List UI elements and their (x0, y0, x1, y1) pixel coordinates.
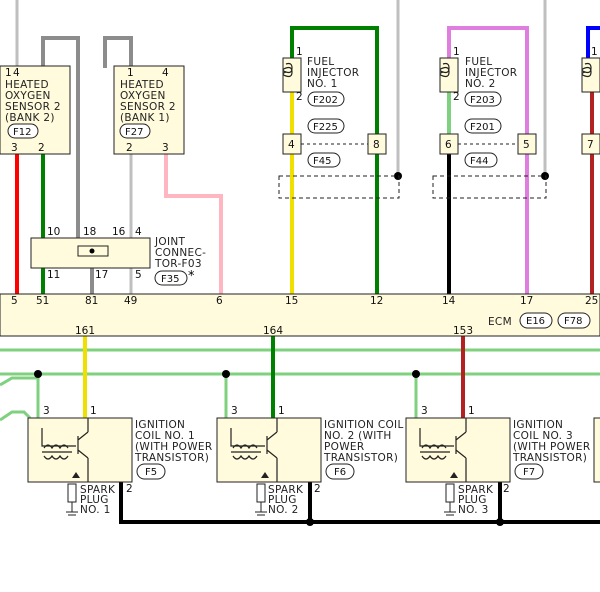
connector-code: F45 (313, 156, 331, 167)
coil-body (27, 417, 133, 483)
wire-lgreen-curve-b (0, 410, 32, 422)
ecm-pin: 25 (585, 295, 598, 307)
connector-code: F225 (313, 122, 338, 133)
wiring-diagram: 1 4 HEATED OXYGEN SENSOR 2 (BANK 2) F12 … (0, 0, 600, 526)
pin-label: 5 (523, 139, 530, 151)
pin-label: 3 (421, 405, 428, 417)
shield-box-1 (278, 175, 400, 199)
pin-label: 7 (587, 139, 594, 151)
coil-body (216, 417, 322, 483)
pin-label: 1 (127, 67, 134, 79)
ecm-pin: 81 (85, 295, 98, 307)
pin-label: 8 (373, 139, 380, 151)
ecm-pin: 14 (442, 295, 456, 307)
pin-label: 2 (38, 142, 45, 154)
pin-label: 17 (95, 269, 108, 281)
pin-label: 3 (11, 142, 18, 154)
pin-label: 2 (126, 483, 133, 495)
pin-label: 18 (83, 226, 96, 238)
ecm-pin: 51 (36, 295, 49, 307)
pin-label: 4 (162, 67, 169, 79)
ecm-pin: 153 (453, 325, 473, 337)
pin-label: 2 (296, 91, 303, 103)
splice-dot (306, 518, 314, 526)
pin-label: 1 (453, 46, 460, 58)
connector-code: F5 (145, 467, 157, 478)
pin-label: 2 (453, 91, 460, 103)
spark-plug-label: NO. 1 (80, 504, 111, 516)
connector-code: F6 (334, 467, 346, 478)
pin-label: 2 (126, 142, 133, 154)
connector-code: F202 (313, 95, 338, 106)
spark-plug-label: NO. 2 (268, 504, 299, 516)
pin-label: 1 (296, 46, 303, 58)
pin-label: 4 (13, 67, 20, 79)
joint-connector-f03: 10 18 16 4 11 17 5 JOINT CONNEC- TOR-F03… (30, 226, 206, 286)
wire-black-ground (119, 482, 600, 524)
pin-label: 1 (278, 405, 285, 417)
ecm-pin: 6 (216, 295, 223, 307)
ecm-pin: 161 (75, 325, 95, 337)
wire-lgreen-curve-a (0, 376, 38, 387)
splice-dot (34, 370, 42, 378)
connector-code: E16 (526, 316, 545, 327)
ecm-pin: 5 (11, 295, 18, 307)
connector-code: F78 (564, 316, 582, 327)
pin-label: 1 (90, 405, 97, 417)
pin-label: 1 (591, 46, 598, 58)
heated-oxygen-sensor-bank1: 1 4 HEATED OXYGEN SENSOR 2 (BANK 1) F27 … (113, 65, 185, 155)
connector-code: F35 (161, 274, 179, 285)
injector-label: NO. 1 (307, 78, 338, 90)
ecm-pin: 164 (263, 325, 283, 337)
coil-body (405, 417, 511, 483)
ecm-pin: 12 (370, 295, 383, 307)
pin-label: 2 (503, 483, 510, 495)
coil-label: TRANSISTOR) (323, 452, 398, 464)
splice-dot (89, 248, 95, 254)
heated-oxygen-sensor-bank2: 1 4 HEATED OXYGEN SENSOR 2 (BANK 2) F12 … (0, 65, 71, 155)
splice-dot (496, 518, 504, 526)
fuel-injector-1: 1 2 FUEL INJECTOR NO. 1 F202 F225 4 8 F4… (282, 46, 387, 168)
spark-plug-icon (256, 483, 266, 503)
pin-label: 3 (43, 405, 50, 417)
coil-label: TRANSISTOR) (512, 452, 587, 464)
connector-code: F201 (470, 122, 495, 133)
sensor-label: (BANK 1) (120, 112, 170, 124)
coil-body-partial (593, 417, 600, 483)
pin-label: 3 (162, 142, 169, 154)
connector-code: F7 (523, 467, 535, 478)
connector-code: F44 (470, 156, 488, 167)
spark-plug-icon (67, 483, 77, 503)
fuel-injector-2: 1 2 FUEL INJECTOR NO. 2 F203 F201 6 5 F4… (439, 46, 537, 168)
pin-label: 4 (288, 139, 295, 151)
ecm-pin: 17 (520, 295, 533, 307)
pin-label: 1 (468, 405, 475, 417)
sensor-label: (BANK 2) (5, 112, 55, 124)
ecm-pin: 49 (124, 295, 137, 307)
injector-label: NO. 2 (465, 78, 496, 90)
joint-label: TOR-F03 (154, 258, 202, 270)
ecm-label: ECM (488, 316, 512, 328)
ecm-module: 5 51 81 49 6 15 12 14 17 25 ECM E16 F78 … (0, 293, 600, 337)
spark-plug-icon (445, 483, 455, 503)
pin-label: 16 (112, 226, 126, 238)
pin-label: 1 (5, 67, 12, 79)
connector-code: F203 (470, 95, 495, 106)
pin-label: 4 (135, 226, 142, 238)
splice-dot (222, 370, 230, 378)
pin-label: 3 (231, 405, 238, 417)
asterisk-mark: * (188, 269, 195, 284)
connector-code: F27 (125, 127, 143, 138)
pin-label: 2 (314, 483, 321, 495)
ecm-pin: 15 (285, 295, 298, 307)
spark-plug-label: NO. 3 (458, 504, 489, 516)
connector-code: F12 (13, 127, 31, 138)
pin-label: 10 (47, 226, 60, 238)
pin-label: 5 (135, 269, 142, 281)
coil-label: TRANSISTOR) (134, 452, 209, 464)
wire-gray-loop-2 (103, 36, 133, 68)
pin-label: 11 (47, 269, 60, 281)
splice-dot (412, 370, 420, 378)
pin-label: 6 (445, 139, 452, 151)
